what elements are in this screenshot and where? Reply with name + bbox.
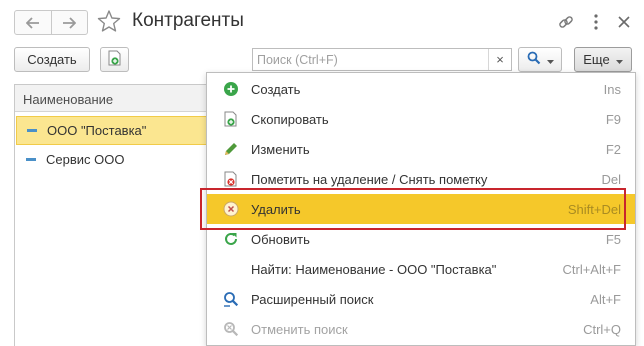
close-icon[interactable] xyxy=(614,12,634,32)
search-input[interactable] xyxy=(253,49,493,70)
menu-item-shortcut: Ctrl+Q xyxy=(583,321,621,337)
copy-doc-icon xyxy=(108,50,122,69)
menu-item-label: Скопировать xyxy=(251,111,329,127)
menu-item-shortcut: F9 xyxy=(605,111,621,127)
menu-item-shortcut: Ins xyxy=(603,81,621,97)
menu-item-label: Отменить поиск xyxy=(251,321,348,337)
forward-arrow-icon[interactable] xyxy=(50,11,88,34)
pencil-icon xyxy=(221,139,241,159)
row-name: ООО "Поставка" xyxy=(47,123,147,138)
menu-item-label: Найти: Наименование - ООО "Поставка" xyxy=(251,261,497,277)
menu-item-shortcut: Del xyxy=(601,171,621,187)
table-row[interactable]: ООО "Поставка" xyxy=(16,116,211,145)
chevron-down-icon xyxy=(546,52,554,67)
chevron-down-icon xyxy=(615,52,623,67)
menu-item-label: Пометить на удаление / Снять пометку xyxy=(251,171,488,187)
more-vertical-icon[interactable] xyxy=(586,12,606,32)
more-button-label: Еще xyxy=(583,52,610,67)
menu-item-cancel-search: Отменить поиск Ctrl+Q xyxy=(207,314,635,344)
column-header-name[interactable]: Наименование xyxy=(15,85,211,112)
menu-item-create[interactable]: Создать Ins xyxy=(207,74,635,104)
item-marker-icon xyxy=(26,158,36,161)
copy-doc-icon xyxy=(221,109,241,129)
menu-item-label: Создать xyxy=(251,81,301,97)
create-button-label: Создать xyxy=(27,52,77,67)
advanced-search-icon xyxy=(221,289,241,309)
menu-item-label: Расширенный поиск xyxy=(251,291,374,307)
table-row[interactable]: Сервис ООО xyxy=(16,145,211,174)
menu-item-shortcut: F5 xyxy=(605,231,621,247)
create-button[interactable]: Создать xyxy=(14,47,90,72)
menu-item-find-by-value[interactable]: Найти: Наименование - ООО "Поставка" Ctr… xyxy=(207,254,635,284)
menu-item-copy[interactable]: Скопировать F9 xyxy=(207,104,635,134)
history-nav xyxy=(14,10,88,35)
clear-icon: × xyxy=(496,52,504,67)
more-button[interactable]: Еще xyxy=(574,47,632,72)
menu-item-shortcut: Alt+F xyxy=(590,291,621,307)
link-icon[interactable] xyxy=(556,12,576,32)
menu-item-advanced-search[interactable]: Расширенный поиск Alt+F xyxy=(207,284,635,314)
magnifier-icon xyxy=(527,51,541,68)
highlight-frame xyxy=(200,188,626,230)
menu-item-shortcut: F2 xyxy=(605,141,621,157)
menu-item-edit[interactable]: Изменить F2 xyxy=(207,134,635,164)
back-arrow-icon[interactable] xyxy=(15,11,51,34)
copy-button[interactable] xyxy=(100,47,129,72)
refresh-icon xyxy=(221,229,241,249)
menu-item-label: Изменить xyxy=(251,141,310,157)
mark-delete-icon xyxy=(221,169,241,189)
favorite-star-icon[interactable] xyxy=(96,8,122,36)
row-name: Сервис ООО xyxy=(46,152,125,167)
item-marker-icon xyxy=(27,129,37,132)
search-field: × xyxy=(252,48,512,71)
page-title: Контрагенты xyxy=(132,10,244,31)
plus-circle-icon xyxy=(221,79,241,99)
menu-item-shortcut: Ctrl+Alt+F xyxy=(562,261,621,277)
search-clear-button[interactable]: × xyxy=(488,49,511,70)
counterparty-table: Наименование ООО "Поставка" Сервис ООО xyxy=(14,84,211,346)
cancel-search-icon xyxy=(221,319,241,339)
search-options-button[interactable] xyxy=(518,47,562,72)
menu-item-label: Обновить xyxy=(251,231,310,247)
